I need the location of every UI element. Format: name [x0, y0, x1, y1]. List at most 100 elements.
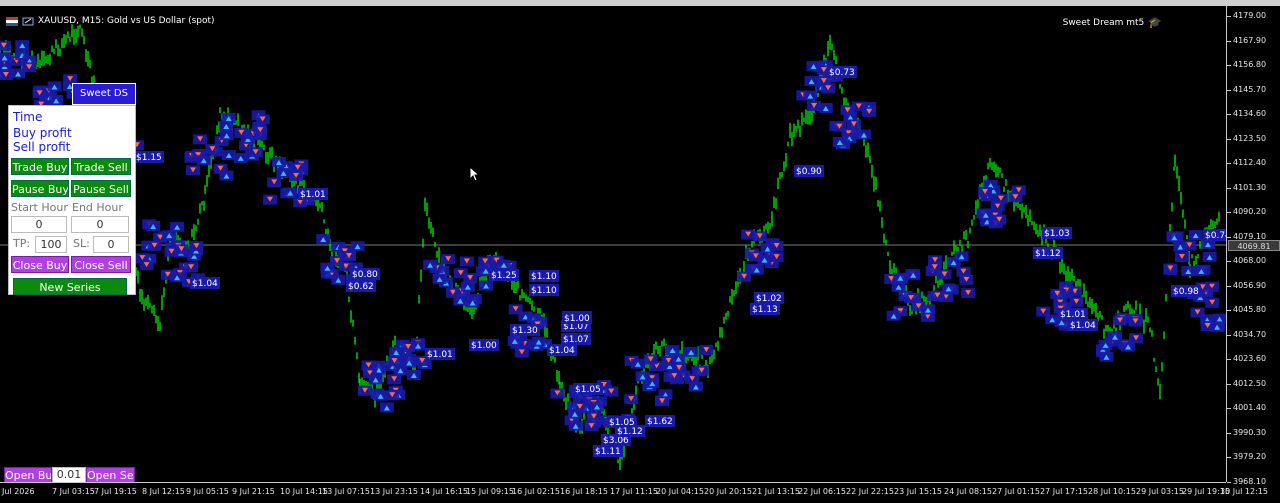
time-tick-label: 28 Jul 10:15: [1088, 487, 1136, 496]
trade-profit-text: $1.25: [491, 271, 517, 281]
open-sell-button[interactable]: Open Sell: [86, 467, 135, 482]
time-tick-label: 22 Jul 22:15: [846, 487, 894, 496]
time-tick-label: 16 Jul 18:15: [560, 487, 608, 496]
sell-profit-label: Sell profit: [13, 140, 71, 154]
close-buy-button[interactable]: Close Buy: [11, 256, 69, 273]
tp-label: TP:: [13, 237, 31, 250]
expert-advisor-name[interactable]: Sweet Dream mt5 🎓: [1063, 16, 1162, 29]
trade-profit-text: $1.03: [1044, 229, 1070, 239]
price-tick-label: 4001.40: [1233, 403, 1267, 412]
price-chart: $0.73 $1.15 $0.80 $1.05 $1.10 $1.10 $1.00 $1.07…: [0, 24, 1226, 470]
trade-profit-text: $1.02: [756, 294, 782, 304]
time-tick-label: 8 Jul 12:15: [142, 487, 185, 496]
trade-profit-label: $0.80: [350, 268, 380, 280]
ea-control-panel: Sweet DS Time Buy profit Sell profit Tra…: [8, 83, 136, 295]
price-tick-label: 4068.00: [1233, 256, 1267, 265]
close-sell-button[interactable]: Close Sell: [71, 256, 131, 273]
trade-profit-text: $1.10: [531, 286, 557, 296]
chart-title: XAUUSD, M15: Gold vs US Dollar (spot): [6, 16, 215, 26]
price-tick-mark: [1227, 481, 1231, 483]
trade-profit-label: $1.04: [1068, 319, 1098, 331]
price-tick-mark: [1227, 285, 1231, 287]
price-axis[interactable]: 4179.00 4167.90 4156.80 4145.70 4134.60 4123.…: [1226, 6, 1280, 486]
price-tick-mark: [1227, 359, 1231, 360]
price-tick-mark: [1227, 334, 1231, 336]
trade-profit-label: $1.30: [510, 324, 540, 336]
time-tick-label: 21 Jul 13:15: [752, 487, 800, 496]
open-buy-button[interactable]: Open Buy: [4, 467, 52, 482]
price-tick-label: 4156.80: [1233, 60, 1267, 69]
pause-buy-button[interactable]: Pause Buy: [11, 180, 69, 197]
sl-input[interactable]: 0: [93, 236, 129, 253]
trade-profit-text: $1.01: [427, 350, 453, 360]
price-tick-label: 4179.00: [1233, 11, 1267, 20]
time-tick-label: 20 Jul 20:15: [704, 487, 752, 496]
price-tick-mark: [1227, 65, 1231, 66]
trade-profit-text: $1.10: [531, 272, 557, 282]
pause-sell-button[interactable]: Pause Sell: [71, 180, 131, 197]
trade-profit-label: $1.01: [1058, 308, 1088, 320]
trade-profit-label: $1.10: [529, 270, 559, 282]
price-tick-mark: [1227, 432, 1231, 434]
trade-buy-button[interactable]: Trade Buy: [11, 158, 69, 175]
trade-profit-label: $1.01: [298, 188, 328, 200]
trade-profit-label: $1.03: [1042, 227, 1072, 239]
start-hour-input[interactable]: 0: [11, 216, 67, 233]
end-hour-label: End Hour: [72, 201, 123, 214]
trade-profit-text: $0.74: [1205, 231, 1226, 241]
lot-size-input[interactable]: 0.01: [52, 467, 86, 482]
trade-profit-text: $1.01: [1060, 310, 1086, 320]
price-tick-mark: [1227, 212, 1231, 213]
trade-profit-label: $1.25: [489, 269, 519, 281]
trade-profit-text: $0.98: [1173, 287, 1199, 297]
time-tick-label: 27 Jul 17:15: [1040, 487, 1088, 496]
price-tick-mark: [1227, 236, 1231, 238]
time-axis[interactable]: Jul 2026 7 Jul 03:15 7 Jul 19:15 8 Jul 12:1…: [0, 482, 1268, 503]
current-price-label: 4069.81: [1228, 240, 1280, 251]
price-tick-label: 4045.80: [1233, 305, 1267, 314]
trade-profit-text: $1.62: [647, 417, 673, 427]
end-hour-input[interactable]: 0: [71, 216, 129, 233]
trade-profit-label: $1.13: [750, 303, 780, 315]
time-tick-label: 17 Jul 11:15: [610, 487, 658, 496]
price-tick-label: 3979.20: [1233, 452, 1267, 461]
price-tick-label: 4145.70: [1233, 84, 1267, 94]
price-tick-label: 4101.30: [1233, 182, 1267, 192]
time-tick-label: 9 Jul 05:15: [186, 487, 229, 496]
price-tick-label: 4123.50: [1233, 133, 1267, 143]
mouse-cursor-icon: [469, 166, 479, 182]
price-tick-label: 4090.20: [1233, 207, 1267, 216]
price-tick-mark: [1227, 408, 1231, 409]
price-tick-mark: [1227, 457, 1231, 458]
trade-profit-label: $0.74: [1203, 229, 1226, 241]
trade-profit-label: $1.00: [469, 339, 499, 351]
trade-profit-text: $1.12: [617, 427, 643, 437]
price-tick-mark: [1227, 16, 1231, 17]
new-series-button[interactable]: New Series: [13, 278, 127, 295]
start-hour-label: Start Hour: [11, 201, 68, 214]
chart-area[interactable]: $0.73 $1.15 $0.80 $1.05 $1.10 $1.10 $1.00 $1.07…: [0, 6, 1226, 482]
trade-profit-text: $1.04: [192, 279, 218, 289]
price-tick-mark: [1227, 138, 1231, 140]
trade-profit-label: $1.05: [573, 383, 603, 395]
price-tick-label: 4056.90: [1233, 280, 1267, 290]
trade-profit-label: $1.01: [425, 348, 455, 360]
trade-profit-label: $1.02: [754, 292, 784, 304]
trade-sell-button[interactable]: Trade Sell: [71, 158, 131, 175]
price-tick-mark: [1227, 310, 1231, 311]
time-tick-label: 7 Jul 03:15: [52, 487, 95, 496]
price-tick-mark: [1227, 261, 1231, 262]
trade-profit-text: $0.90: [796, 167, 822, 177]
trade-profit-text: $0.73: [829, 68, 855, 78]
trade-profit-label: $1.11: [593, 445, 623, 457]
tp-input[interactable]: 100: [35, 236, 67, 253]
panel-header[interactable]: Sweet DS: [72, 83, 136, 105]
trade-profit-text: $1.30: [512, 326, 538, 336]
trade-profit-text: $1.00: [564, 314, 590, 324]
panel-body: Time Buy profit Sell profit Trade Buy Tr…: [8, 105, 136, 295]
trade-profit-text: $0.80: [352, 270, 378, 280]
time-tick-label: 30 Jul 12:15: [1220, 487, 1268, 496]
buy-profit-label: Buy profit: [13, 126, 72, 140]
chart-type-icon: [22, 17, 34, 26]
price-tick-label: 3990.30: [1233, 427, 1267, 437]
